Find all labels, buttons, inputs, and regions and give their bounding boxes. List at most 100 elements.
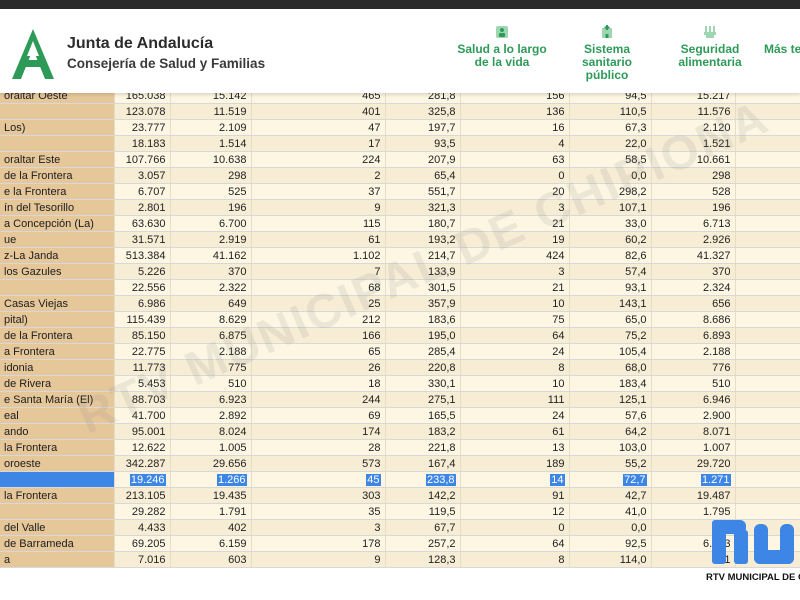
table-row[interactable]: oroeste 342.287 29.656 573 167,4 189 55,2 29.72… (0, 455, 800, 472)
value-text: 401 (362, 105, 381, 118)
value-cell: 6.986 (114, 295, 171, 312)
value-text: 6.163 (702, 537, 731, 550)
hospital-icon (602, 25, 612, 38)
value-cell: 325,8 (385, 103, 461, 120)
value-cell: 12.622 (114, 439, 171, 456)
value-text: 29.656 (212, 457, 247, 470)
table-row[interactable]: ín del Tesorillo 2.801 196 9 321,3 3 107,1 196 1… (0, 199, 800, 216)
value-cell: 64,2 (569, 423, 652, 440)
value-text: 19.246 (129, 473, 166, 486)
municipality-name-cell: los Gazules (0, 263, 115, 280)
table-row[interactable]: 19.246 1.266 45 233,8 14 72,7 1.271 1.07 (0, 471, 800, 488)
value-text: 510 (228, 377, 247, 390)
table-row[interactable]: oraltar Este 107.766 10.638 224 207,9 63 58,5 1… (0, 151, 800, 168)
value-cell: 224 (251, 151, 386, 168)
value-text: 65 (368, 345, 381, 358)
value-text: 128,3 (427, 553, 456, 566)
table-row[interactable]: pital) 115.439 8.629 212 183,6 75 65,0 8.686 7.6… (0, 311, 800, 328)
value-text: 3.057 (137, 169, 166, 182)
value-text: 47 (368, 121, 381, 134)
value-text: 22.775 (131, 345, 166, 358)
nav-salud-vida[interactable]: Salud a lo largo de la vida (452, 25, 552, 69)
table-row[interactable]: 123.078 11.519 401 325,8 136 110,5 11.576 10.01 (0, 103, 800, 120)
table-row[interactable]: de la Frontera 85.150 6.875 166 195,0 64 75,2 6… (0, 327, 800, 344)
value-text: 6.159 (218, 537, 247, 550)
value-cell: 111 (460, 391, 570, 408)
value-text: 298,2 (618, 185, 647, 198)
table-row[interactable]: Casas Viejas 6.986 649 25 357,9 10 143,1 656 53 (0, 295, 800, 312)
value-text: 22,0 (625, 137, 647, 150)
table-row[interactable]: la Frontera 12.622 1.005 28 221,8 13 103,0 1.00… (0, 439, 800, 456)
table-row[interactable]: z-La Janda 513.384 41.162 1.102 214,7 424 82,6… (0, 247, 800, 264)
value-cell: 2.919 (170, 231, 252, 248)
value-cell: 11.576 (651, 103, 736, 120)
table-row[interactable]: a Concepción (La) 63.630 6.700 115 180,7 21 33… (0, 215, 800, 232)
value-text: 2.919 (218, 233, 247, 246)
table-row[interactable]: de la Frontera 3.057 298 2 65,4 0 0,0 298 28 (0, 167, 800, 184)
table-row[interactable]: de Barrameda 69.205 6.159 178 257,2 64 92,5 6.1… (0, 535, 800, 552)
value-cell: 22.775 (114, 343, 171, 360)
value-cell: 6.713 (651, 215, 736, 232)
value-cell: 8.024 (170, 423, 252, 440)
table-row[interactable]: ando 95.001 8.024 174 183,2 61 64,2 8.071 7.05 (0, 423, 800, 440)
table-row[interactable]: e Santa María (El) 88.703 6.923 244 275,1 111… (0, 391, 800, 408)
value-text: 61 (552, 425, 565, 438)
value-cell: 1.791 (170, 503, 252, 520)
value-text: 63.630 (131, 217, 166, 230)
table-row[interactable]: 18.183 1.514 17 93,5 4 22,0 1.521 1.36 (0, 135, 800, 152)
junta-andalucia-logo-icon[interactable] (6, 27, 60, 81)
value-cell: 5.95 (735, 327, 800, 344)
nav-mas-temas[interactable]: Más te (764, 25, 800, 56)
value-cell: 123.078 (114, 103, 171, 120)
value-cell: 1.005 (170, 439, 252, 456)
value-cell: 6.09 (735, 215, 800, 232)
value-text: 6.923 (218, 393, 247, 406)
value-text: 41.700 (131, 409, 166, 422)
value-cell: 196 (651, 199, 736, 216)
value-cell: 105,4 (569, 343, 652, 360)
value-text: 105,4 (618, 345, 647, 358)
table-row[interactable]: ue 31.571 2.919 61 193,2 19 60,2 2.926 2.65 (0, 231, 800, 248)
value-text: 19.487 (696, 489, 731, 502)
value-cell: 1.07 (735, 471, 800, 488)
value-text: 1.266 (216, 473, 247, 486)
value-cell: 37 (251, 183, 386, 200)
municipality-name-cell: Casas Viejas (0, 295, 115, 312)
table-row[interactable]: Los) 23.777 2.109 47 197,7 16 67,3 2.120 1.83 (0, 119, 800, 136)
table-row[interactable]: del Valle 4.433 402 3 67,7 0 0,0 403 36 (0, 519, 800, 536)
municipality-name-cell: e Santa María (El) (0, 391, 115, 408)
value-cell: 342.287 (114, 455, 171, 472)
value-text: 67,7 (434, 521, 456, 534)
data-table-container[interactable]: oraltar Oeste 165.038 15.142 465 281,8 156 94,… (0, 88, 800, 600)
value-text: 513.384 (125, 249, 166, 262)
value-cell: 125,1 (569, 391, 652, 408)
table-row[interactable]: a Frontera 22.775 2.188 65 285,4 24 105,4 2.188… (0, 343, 800, 360)
value-cell: 174 (251, 423, 386, 440)
value-text: 33,0 (625, 217, 647, 230)
value-text: 7.016 (137, 553, 166, 566)
table-row[interactable]: 22.556 2.322 68 301,5 21 93,1 2.324 2.01 (0, 279, 800, 296)
value-text: 6.875 (218, 329, 247, 342)
table-row[interactable]: e la Frontera 6.707 525 37 551,7 20 298,2 528 44 (0, 183, 800, 200)
value-cell: 107,1 (569, 199, 652, 216)
table-row[interactable]: idonia 11.773 775 26 220,8 8 68,0 776 62 (0, 359, 800, 376)
table-row[interactable]: los Gazules 5.226 370 7 133,9 3 57,4 370 30 (0, 263, 800, 280)
nav-seguridad-alimentaria[interactable]: Seguridad alimentaria (672, 25, 748, 69)
municipality-name-cell (0, 135, 115, 152)
value-text: 2.188 (218, 345, 247, 358)
value-text: 1.005 (218, 441, 247, 454)
municipality-name-cell: z-La Janda (0, 247, 115, 264)
table-row[interactable]: la Frontera 213.105 19.435 303 142,2 91 42,7 19… (0, 487, 800, 504)
value-text: 10.638 (212, 153, 247, 166)
value-cell: 166 (251, 327, 386, 344)
table-row[interactable]: eal 41.700 2.892 69 165,5 24 57,6 2.900 2.44 (0, 407, 800, 424)
table-row[interactable]: de Rivera 5.453 510 18 330,1 10 183,4 510 41 (0, 375, 800, 392)
brand-title[interactable]: Junta de Andalucía (67, 35, 213, 53)
value-text: 45 (366, 473, 381, 486)
value-cell: 298 (170, 167, 252, 184)
nav-sistema-sanitario[interactable]: Sistema sanitario público (572, 25, 642, 82)
table-row[interactable]: a 7.016 603 9 128,3 8 114,0 611 55 (0, 551, 800, 568)
table-row[interactable]: 29.282 1.791 35 119,5 12 41,0 1.795 1.50 (0, 503, 800, 520)
value-cell: 603 (170, 551, 252, 568)
value-text: 7 (374, 265, 381, 278)
